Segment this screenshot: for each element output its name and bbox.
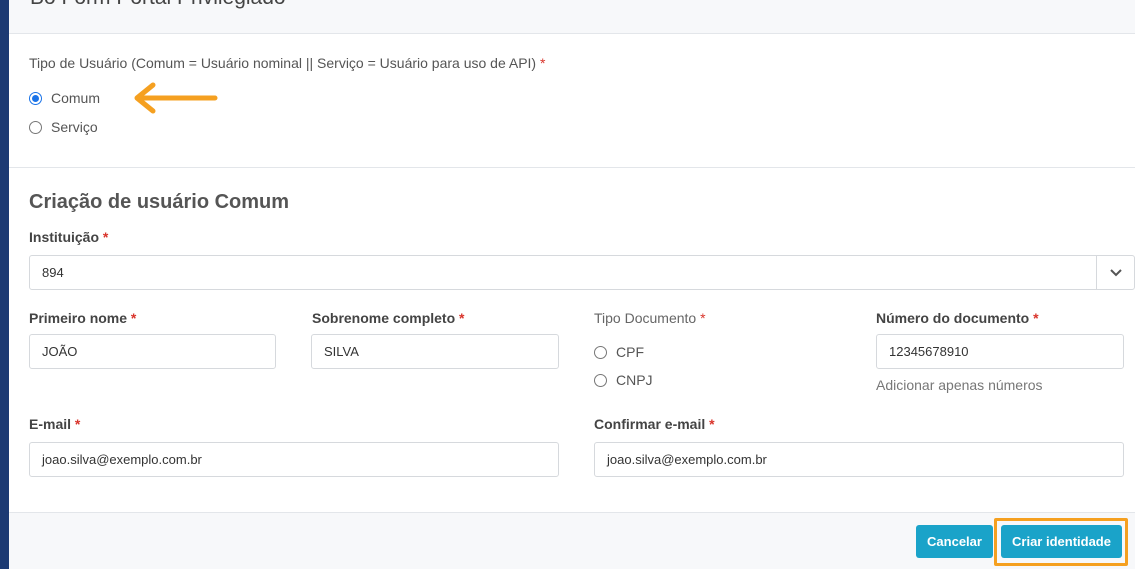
radio-cpf-label: CPF — [616, 344, 644, 360]
email-input[interactable]: joao.silva@exemplo.com.br — [29, 442, 559, 477]
email-label-text: E-mail — [29, 416, 72, 432]
doc-type-label-text: Tipo Documento — [594, 310, 697, 326]
radio-cnpj-label: CNPJ — [616, 372, 653, 388]
doc-number-label: Número do documento * — [876, 310, 1039, 326]
required-mark: * — [130, 310, 137, 326]
confirm-email-label: Confirmar e-mail * — [594, 416, 715, 432]
last-name-label: Sobrenome completo * — [312, 310, 464, 326]
radio-option-cpf[interactable]: CPF — [594, 344, 644, 360]
last-name-input[interactable]: SILVA — [311, 334, 559, 369]
first-name-label-text: Primeiro nome — [29, 310, 128, 326]
doc-number-label-text: Número do documento — [876, 310, 1030, 326]
chevron-down-icon — [1109, 268, 1122, 276]
annotation-highlight — [994, 518, 1128, 566]
user-type-section: Tipo de Usuário (Comum = Usuário nominal… — [9, 34, 1135, 168]
required-mark: * — [700, 310, 706, 326]
create-identity-modal: Bo Form Portal Privilegiado Tipo de Usuá… — [9, 0, 1135, 569]
user-form-section: Criação de usuário Comum Instituição * 8… — [9, 168, 1135, 512]
doc-number-input[interactable]: 12345678910 — [876, 334, 1124, 369]
modal-footer: Cancelar Criar identidade — [9, 512, 1135, 569]
radio-cpf[interactable] — [594, 345, 607, 359]
required-mark: * — [539, 55, 546, 71]
confirm-email-input[interactable]: joao.silva@exemplo.com.br — [594, 442, 1124, 477]
doc-number-help: Adicionar apenas números — [876, 377, 1043, 393]
required-mark: * — [102, 229, 109, 245]
radio-servico[interactable] — [29, 120, 42, 134]
radio-comum-label: Comum — [51, 90, 101, 106]
modal-header: Bo Form Portal Privilegiado — [9, 0, 1135, 34]
required-mark: * — [709, 416, 715, 432]
institution-label-text: Instituição — [29, 229, 100, 245]
required-mark: * — [459, 310, 465, 326]
user-type-question: Tipo de Usuário (Comum = Usuário nominal… — [29, 55, 545, 71]
radio-servico-label: Serviço — [51, 119, 98, 135]
first-name-label: Primeiro nome * — [29, 310, 136, 326]
user-type-question-text: Tipo de Usuário (Comum = Usuário nominal… — [29, 55, 537, 71]
institution-select[interactable]: 894 — [29, 255, 1135, 290]
arrow-left-icon — [134, 82, 218, 114]
background-strip — [0, 0, 9, 569]
radio-cnpj[interactable] — [594, 373, 607, 387]
confirm-email-label-text: Confirmar e-mail — [594, 416, 706, 432]
radio-option-cnpj[interactable]: CNPJ — [594, 372, 653, 388]
first-name-input[interactable]: JOÃO — [29, 334, 276, 369]
email-label: E-mail * — [29, 416, 80, 432]
form-heading: Criação de usuário Comum — [29, 191, 290, 213]
cancel-button[interactable]: Cancelar — [916, 525, 993, 558]
radio-option-servico[interactable]: Serviço — [29, 119, 98, 135]
required-mark: * — [1033, 310, 1039, 326]
institution-label: Instituição * — [29, 229, 108, 245]
radio-option-comum[interactable]: Comum — [29, 90, 100, 106]
required-mark: * — [74, 416, 81, 432]
select-toggle-button[interactable] — [1096, 256, 1134, 289]
institution-select-value: 894 — [42, 265, 64, 280]
modal-title: Bo Form Portal Privilegiado — [30, 0, 286, 10]
radio-comum[interactable] — [29, 91, 42, 105]
last-name-label-text: Sobrenome completo — [312, 310, 456, 326]
doc-type-label: Tipo Documento * — [594, 310, 706, 326]
